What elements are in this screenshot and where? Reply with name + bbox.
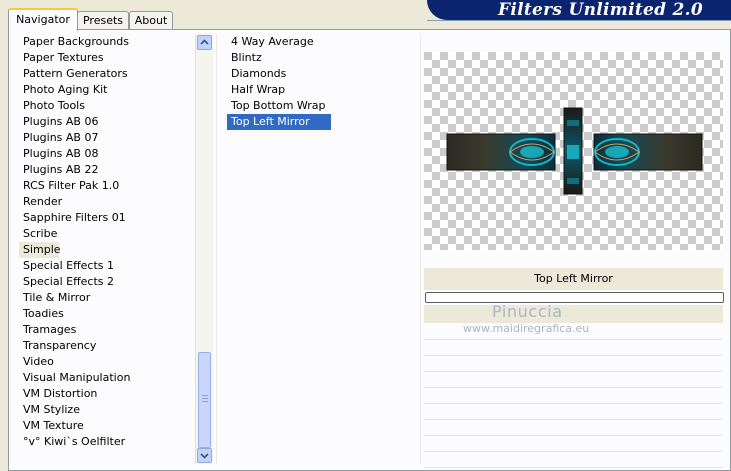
- preview-image: [424, 52, 723, 250]
- progress-bar: [425, 292, 724, 303]
- parameter-row: [424, 340, 723, 356]
- filter-item[interactable]: Blintz: [227, 50, 417, 66]
- category-item[interactable]: Simple: [19, 242, 61, 258]
- filter-item[interactable]: Half Wrap: [227, 82, 417, 98]
- watermark-url: www.maidiregrafica.eu: [463, 322, 590, 335]
- category-item[interactable]: Paper Textures: [19, 50, 195, 66]
- category-item[interactable]: Video: [19, 354, 195, 370]
- category-item[interactable]: VM Texture: [19, 418, 195, 434]
- watermark-name: Pinuccia: [492, 302, 563, 321]
- category-list[interactable]: Paper Backgrounds Paper Textures Pattern G…: [19, 34, 195, 464]
- category-item[interactable]: Paper Backgrounds: [19, 34, 195, 50]
- category-item[interactable]: VM Distortion: [19, 386, 195, 402]
- scroll-up-button[interactable]: [197, 35, 212, 50]
- category-item[interactable]: Photo Tools: [19, 98, 195, 114]
- tab-navigator[interactable]: Navigator: [8, 8, 78, 31]
- tab-about[interactable]: About: [129, 11, 173, 30]
- category-item[interactable]: Render: [19, 194, 195, 210]
- category-item[interactable]: Tile & Mirror: [19, 290, 195, 306]
- category-item[interactable]: Sapphire Filters 01: [19, 210, 195, 226]
- filter-item[interactable]: Diamonds: [227, 66, 417, 82]
- category-item[interactable]: RCS Filter Pak 1.0: [19, 178, 195, 194]
- scroll-down-button[interactable]: [197, 448, 212, 463]
- category-item[interactable]: Plugins AB 06: [19, 114, 195, 130]
- parameter-row: [424, 388, 723, 404]
- filter-list[interactable]: 4 Way Average Blintz Diamonds Half Wrap Top …: [227, 34, 417, 464]
- category-item[interactable]: Plugins AB 22: [19, 162, 195, 178]
- category-item[interactable]: Scribe: [19, 226, 195, 242]
- category-item[interactable]: Special Effects 2: [19, 274, 195, 290]
- parameter-row: [424, 404, 723, 420]
- category-item[interactable]: Visual Manipulation: [19, 370, 195, 386]
- app-title: Filters Unlimited 2.0: [498, 0, 703, 20]
- title-banner: Filters Unlimited 2.0: [427, 0, 731, 20]
- preview-filter-name: Top Left Mirror: [424, 268, 723, 290]
- category-item[interactable]: Pattern Generators: [19, 66, 195, 82]
- banner-underline: [427, 20, 731, 21]
- divider: [216, 34, 217, 464]
- category-item[interactable]: Special Effects 1: [19, 258, 195, 274]
- parameter-row: [424, 436, 723, 452]
- category-item[interactable]: °v° Kiwi`s Oelfilter: [19, 434, 195, 450]
- category-item[interactable]: Photo Aging Kit: [19, 82, 195, 98]
- category-item[interactable]: Toadies: [19, 306, 195, 322]
- parameter-row: [424, 372, 723, 388]
- category-item[interactable]: Tramages: [19, 322, 195, 338]
- chevron-up-icon: [200, 39, 209, 45]
- parameter-row: [424, 356, 723, 372]
- status-area: [424, 305, 723, 323]
- category-item[interactable]: Plugins AB 08: [19, 146, 195, 162]
- category-scrollbar[interactable]: [195, 34, 213, 464]
- category-item[interactable]: Transparency: [19, 338, 195, 354]
- category-item[interactable]: VM Stylize: [19, 402, 195, 418]
- filter-item[interactable]: 4 Way Average: [227, 34, 417, 50]
- scroll-thumb[interactable]: [198, 352, 211, 448]
- tab-presets[interactable]: Presets: [77, 11, 129, 30]
- category-item[interactable]: Plugins AB 07: [19, 130, 195, 146]
- chevron-down-icon: [200, 453, 209, 459]
- parameter-row: [424, 452, 723, 468]
- parameter-row: [424, 420, 723, 436]
- filter-item[interactable]: Top Bottom Wrap: [227, 98, 417, 114]
- filter-item[interactable]: Top Left Mirror: [227, 114, 331, 130]
- divider: [420, 34, 421, 464]
